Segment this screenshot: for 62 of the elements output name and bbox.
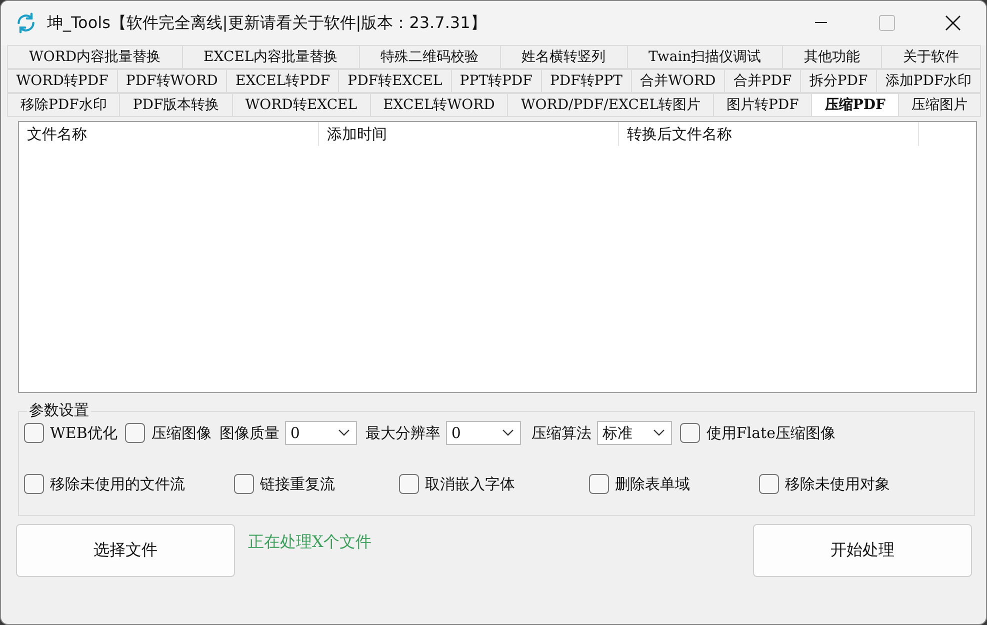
tab[interactable]: PDF版本转换 bbox=[119, 93, 233, 117]
tab[interactable]: 压缩图片 bbox=[898, 93, 982, 117]
window-title: 坤_Tools【软件完全离线|更新请看关于软件|版本：23.7.31】 bbox=[47, 12, 488, 34]
chevron-down-icon bbox=[502, 429, 514, 437]
select-file-button[interactable]: 选择文件 bbox=[16, 524, 235, 577]
checkbox-label: 压缩图像 bbox=[151, 424, 212, 442]
tab[interactable]: WORD/PDF/EXCEL转图片 bbox=[507, 93, 714, 117]
dropdown[interactable]: 0 bbox=[285, 421, 358, 445]
start-button[interactable]: 开始处理 bbox=[753, 524, 972, 577]
refresh-icon bbox=[15, 12, 37, 34]
minimize-icon bbox=[815, 22, 827, 24]
tab[interactable]: WORD转PDF bbox=[7, 69, 118, 93]
tab[interactable]: PDF转EXCEL bbox=[338, 69, 452, 93]
field-label: 图像质量 bbox=[219, 424, 280, 442]
tab[interactable]: 移除PDF水印 bbox=[7, 93, 120, 117]
tab[interactable]: WORD内容批量替换 bbox=[7, 45, 183, 69]
tab[interactable]: EXCEL内容批量替换 bbox=[182, 45, 360, 69]
checkbox[interactable] bbox=[589, 474, 609, 494]
status-text: 正在处理X个文件 bbox=[248, 532, 372, 553]
close-icon bbox=[945, 15, 961, 31]
checkbox-label: 移除未使用对象 bbox=[785, 474, 890, 494]
column-header[interactable]: 文件名称 bbox=[19, 122, 319, 146]
checkbox[interactable] bbox=[125, 423, 146, 443]
checkbox[interactable] bbox=[234, 474, 254, 494]
checkbox-label: WEB优化 bbox=[50, 424, 118, 442]
maximize-icon bbox=[879, 15, 895, 31]
column-header[interactable]: 添加时间 bbox=[319, 122, 619, 146]
tab[interactable]: 添加PDF水印 bbox=[876, 69, 981, 93]
tab[interactable]: PPT转PDF bbox=[450, 69, 542, 93]
tab[interactable]: EXCEL转WORD bbox=[370, 93, 508, 117]
tab[interactable]: WORD转EXCEL bbox=[232, 93, 371, 117]
tab[interactable]: 姓名横转竖列 bbox=[500, 45, 628, 69]
checkbox-label: 删除表单域 bbox=[615, 474, 690, 494]
tab[interactable]: 压缩PDF bbox=[811, 93, 900, 117]
dropdown[interactable]: 标准 bbox=[597, 421, 672, 445]
tab[interactable]: 合并PDF bbox=[724, 69, 802, 93]
column-header[interactable]: 转换后文件名称 bbox=[619, 122, 919, 146]
checkbox[interactable] bbox=[759, 474, 779, 494]
tab[interactable]: Twain扫描仪调试 bbox=[626, 45, 784, 69]
checkbox[interactable] bbox=[24, 474, 44, 494]
checkbox-label: 使用Flate压缩图像 bbox=[706, 424, 836, 442]
field-label: 最大分辨率 bbox=[365, 424, 440, 442]
checkbox[interactable] bbox=[399, 474, 419, 494]
checkbox[interactable] bbox=[680, 423, 700, 443]
tab[interactable]: 合并WORD bbox=[630, 69, 726, 93]
tab[interactable]: PDF转WORD bbox=[116, 69, 228, 93]
tab[interactable]: 关于软件 bbox=[881, 45, 982, 69]
tab[interactable]: 特殊二维码校验 bbox=[358, 45, 501, 69]
checkbox-label: 取消嵌入字体 bbox=[425, 474, 515, 494]
tab[interactable]: PDF转PPT bbox=[540, 69, 632, 93]
checkbox[interactable] bbox=[24, 423, 44, 443]
tab[interactable]: EXCEL转PDF bbox=[226, 69, 340, 93]
checkbox-label: 移除未使用的文件流 bbox=[50, 474, 185, 494]
chevron-down-icon bbox=[653, 429, 666, 437]
chevron-down-icon bbox=[338, 429, 350, 437]
field-label: 压缩算法 bbox=[531, 424, 592, 442]
tab[interactable]: 拆分PDF bbox=[800, 69, 877, 93]
checkbox-label: 链接重复流 bbox=[260, 474, 335, 494]
group-title: 参数设置 bbox=[27, 401, 91, 420]
tab[interactable]: 其他功能 bbox=[782, 45, 882, 69]
tab[interactable]: 图片转PDF bbox=[713, 93, 812, 117]
dropdown[interactable]: 0 bbox=[446, 421, 522, 445]
